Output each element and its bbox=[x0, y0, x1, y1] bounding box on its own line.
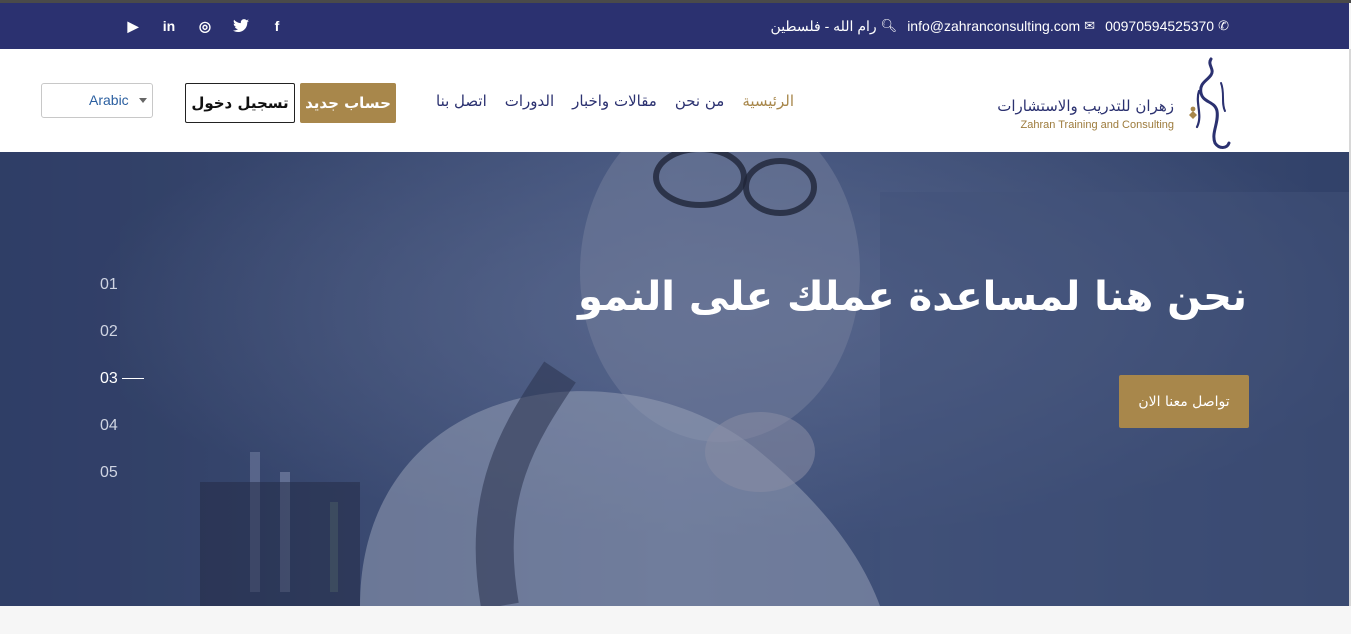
envelope-icon: ✉ bbox=[1084, 18, 1096, 33]
slide-pager-item[interactable]: 04 bbox=[100, 417, 118, 435]
active-slide-dash bbox=[121, 378, 144, 380]
chevron-down-icon bbox=[139, 98, 147, 103]
facebook-icon[interactable]: f bbox=[268, 17, 286, 35]
logo-calligraphy-icon bbox=[1189, 57, 1231, 149]
logo-arabic-text: زهران للتدريب والاستشارات bbox=[997, 97, 1174, 115]
nav-about[interactable]: من نحن bbox=[675, 92, 725, 110]
twitter-icon[interactable] bbox=[232, 17, 250, 35]
slide-pager-item-active[interactable]: 03 bbox=[100, 370, 144, 388]
linkedin-icon[interactable]: in bbox=[160, 17, 178, 35]
email-address: info@zahranconsulting.com bbox=[907, 18, 1081, 34]
main-navigation: الرئيسية من نحن مقالات واخبار الدورات ات… bbox=[436, 49, 794, 152]
nav-contact[interactable]: اتصل بنا bbox=[436, 92, 487, 110]
phone-number: 00970594525370 bbox=[1105, 18, 1215, 34]
instagram-icon[interactable]: ◎ bbox=[196, 17, 214, 35]
site-logo[interactable]: زهران للتدريب والاستشارات Zahran Trainin… bbox=[997, 53, 1231, 151]
slide-pager-item[interactable]: 05 bbox=[100, 464, 118, 482]
login-button[interactable]: تسجيل دخول bbox=[185, 83, 295, 123]
language-selected-value: Arabic bbox=[89, 92, 129, 108]
whatsapp-icon: ✆ bbox=[1218, 18, 1229, 33]
hero-title: نحن هنا لمساعدة عملك على النمو bbox=[578, 274, 1247, 320]
phone-item[interactable]: ✆ 00970594525370 bbox=[1105, 18, 1229, 34]
youtube-icon[interactable]: ▶ bbox=[124, 17, 142, 35]
nav-home[interactable]: الرئيسية bbox=[742, 92, 794, 110]
email-item[interactable]: ✉ info@zahranconsulting.com bbox=[907, 18, 1095, 34]
social-links: ▶ in ◎ f bbox=[124, 3, 286, 49]
top-contact-bar: ▶ in ◎ f ✆ 00970594525370 ✉ info@zahranc… bbox=[0, 3, 1349, 49]
register-button[interactable]: حساب جديد bbox=[300, 83, 396, 123]
nav-courses[interactable]: الدورات bbox=[505, 92, 554, 110]
location-item: 🔍︎ رام الله - فلسطين bbox=[771, 18, 898, 35]
main-header: زهران للتدريب والاستشارات Zahran Trainin… bbox=[0, 49, 1349, 152]
search-location-icon: 🔍︎ bbox=[880, 18, 898, 33]
logo-english-text: Zahran Training and Consulting bbox=[1020, 119, 1174, 131]
nav-articles[interactable]: مقالات واخبار bbox=[572, 92, 657, 110]
contact-us-now-button[interactable]: تواصل معنا الان bbox=[1119, 375, 1249, 428]
slide-pager-item[interactable]: 02 bbox=[100, 323, 118, 341]
location-text: رام الله - فلسطين bbox=[770, 17, 877, 34]
slide-pager-active-label: 03 bbox=[100, 370, 118, 387]
language-select[interactable]: Arabic bbox=[41, 83, 153, 118]
twitter-bird-glyph bbox=[233, 19, 249, 32]
slide-pager-item[interactable]: 01 bbox=[100, 276, 118, 294]
contact-info: ✆ 00970594525370 ✉ info@zahranconsulting… bbox=[771, 3, 1229, 49]
hero-slider: 01 02 03 04 05 نحن هنا لمساعدة عملك على … bbox=[0, 152, 1349, 606]
